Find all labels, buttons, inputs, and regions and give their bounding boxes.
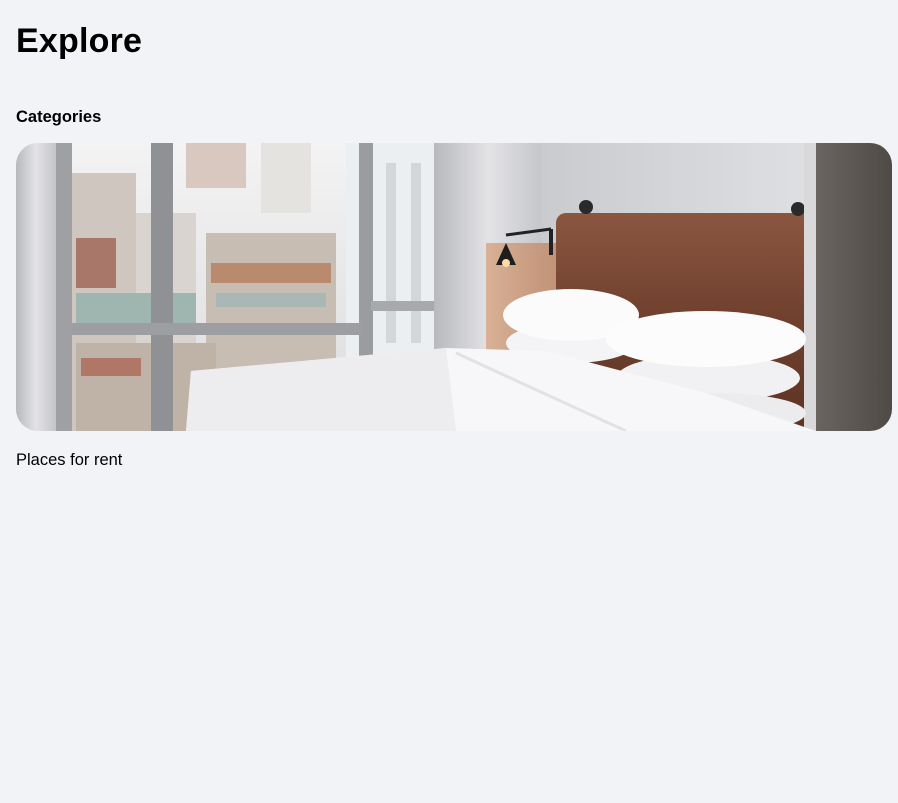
category-card-places-for-rent[interactable]: Places for rent [16, 143, 892, 469]
category-image [16, 143, 892, 431]
page-title: Explore [16, 22, 143, 60]
category-card-label: Places for rent [16, 451, 123, 469]
categories-heading: Categories [16, 108, 102, 126]
